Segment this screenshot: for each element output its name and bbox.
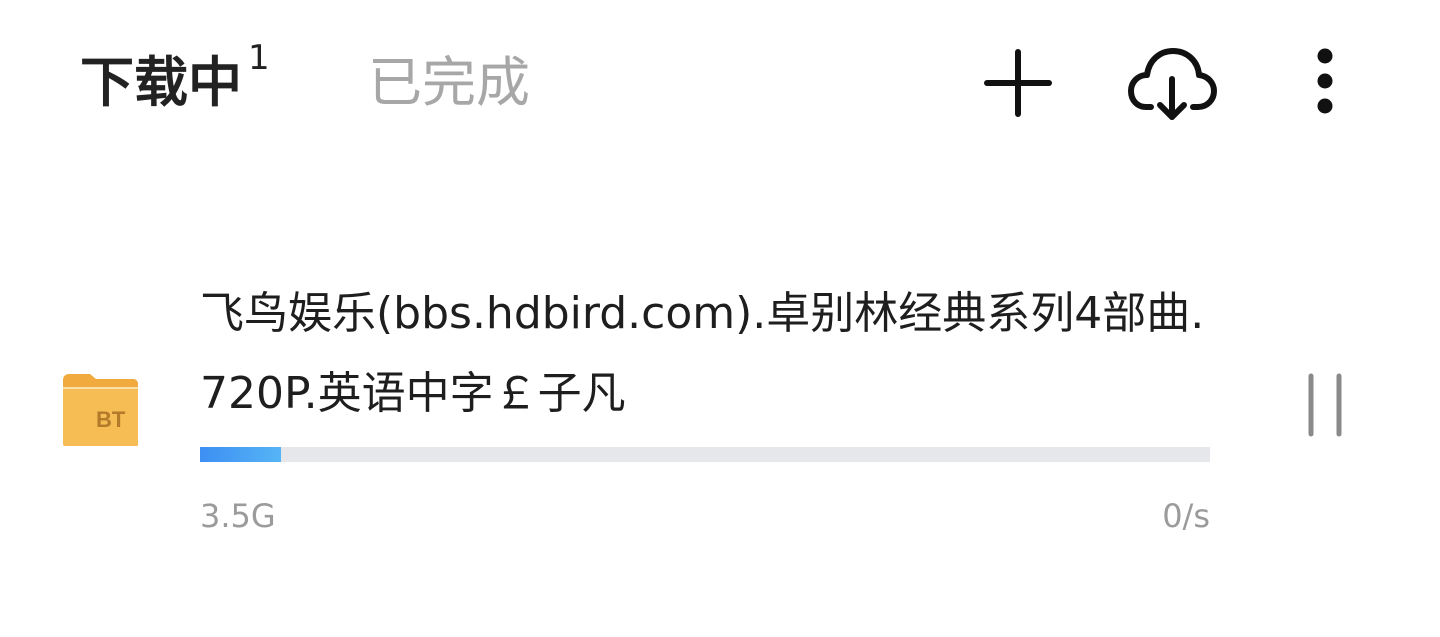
task-name: 飞鸟娱乐(bbs.hdbird.com).卓别林经典系列4部曲.720P.英语中… [200, 288, 1205, 419]
tab-completed[interactable]: 已完成 [368, 48, 530, 118]
tab-downloading-label: 下载中 [80, 51, 242, 114]
bt-badge: BT [96, 407, 126, 432]
progress-fill [200, 447, 281, 462]
pause-icon[interactable] [1300, 372, 1350, 438]
download-task-row[interactable]: BT 飞鸟娱乐(bbs.hdbird.com).卓别林经典系列4部曲.720P.… [0, 260, 1440, 560]
downloading-count-badge: 1 [248, 38, 270, 78]
plus-icon[interactable] [982, 47, 1054, 119]
more-vertical-icon[interactable] [1300, 46, 1350, 116]
bt-folder-icon: BT [60, 366, 140, 448]
download-speed: 0/s [1162, 497, 1210, 535]
file-size: 3.5G [200, 497, 276, 535]
tab-downloading[interactable]: 下载中 1 [80, 38, 270, 118]
progress-bar [200, 447, 1210, 462]
cloud-download-icon[interactable] [1127, 43, 1217, 123]
